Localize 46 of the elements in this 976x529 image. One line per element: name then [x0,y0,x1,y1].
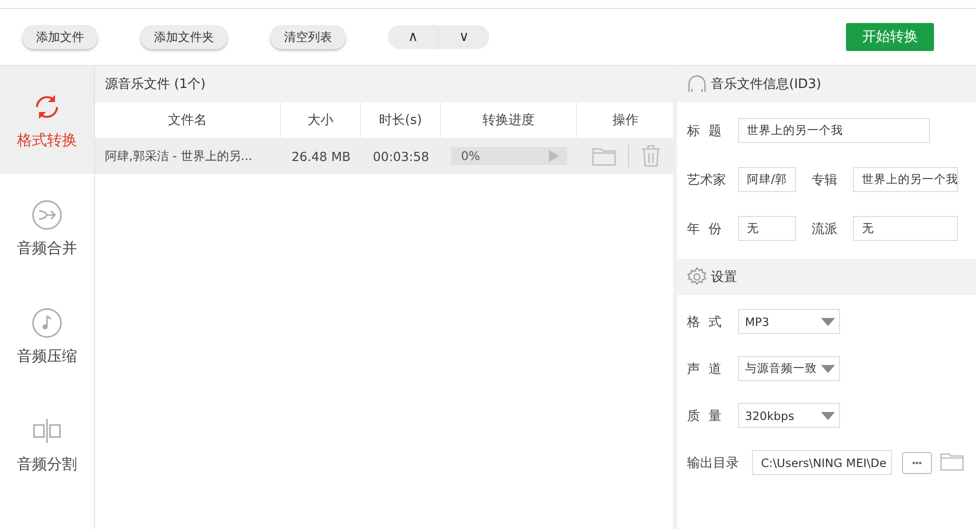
field-label: 年 份 [687,220,722,238]
text-field[interactable]: 世界上的另一个我 [738,118,930,143]
dropdown[interactable]: 与源音频一致 [738,356,840,381]
sidebar-label: 格式转换 [17,130,77,150]
move-down-button[interactable]: ∨ [439,25,489,49]
field-label: 标 题 [687,122,722,140]
trash-icon[interactable] [640,145,660,167]
text-field[interactable]: 无 [853,216,958,241]
field-label: 输出目录 [687,454,740,472]
text-field[interactable]: 阿肆/郭 [738,167,796,192]
path-field[interactable]: C:\Users\NING MEI\De [752,450,892,475]
field-label: 声 道 [687,360,722,378]
toolbar-button[interactable]: 添加文件夹 [140,25,228,49]
table-cell: 阿肆,郭采洁 - 世界上的另... [95,138,281,174]
field-label: 艺术家 [687,172,727,188]
progress-bar: 0% [451,147,567,165]
headphones-icon [687,74,707,94]
play-icon[interactable] [549,150,559,162]
sidebar-label: 音频压缩 [17,346,77,366]
dropdown-caret-icon [821,412,835,420]
dropdown[interactable]: 320kbps [738,403,840,428]
table-cell: 00:03:58 [361,138,441,174]
field-label: 格 式 [687,314,722,330]
settings-icon [687,267,707,287]
sidebar-label: 音频合并 [17,238,77,258]
sidebar-item[interactable]: 格式转换 [0,66,94,174]
dropdown[interactable]: MP3 [738,309,840,334]
folder-icon[interactable] [592,146,616,166]
field-label: 流派 [810,220,838,238]
browse-button[interactable]: ••• [902,452,932,474]
panel-title: 源音乐文件 (1个) [105,76,206,93]
table-cell: 26.48 MB [281,138,361,174]
merge-icon [31,198,63,230]
folder-icon[interactable] [940,450,964,470]
field-label: 质 量 [687,408,722,424]
move-up-button[interactable]: ∧ [388,25,438,49]
text-field[interactable]: 无 [738,216,796,241]
field-label: 专辑 [810,172,838,188]
panel-title: 设置 [711,269,737,286]
panel-title: 音乐文件信息(ID3) [711,76,822,93]
sidebar-label: 音频分割 [17,454,77,474]
toolbar-button[interactable]: 清空列表 [270,25,346,49]
toolbar-button[interactable]: 添加文件 [22,25,98,49]
music-note-icon [31,306,63,338]
dropdown-caret-icon [821,318,835,326]
dropdown-caret-icon [821,364,835,372]
